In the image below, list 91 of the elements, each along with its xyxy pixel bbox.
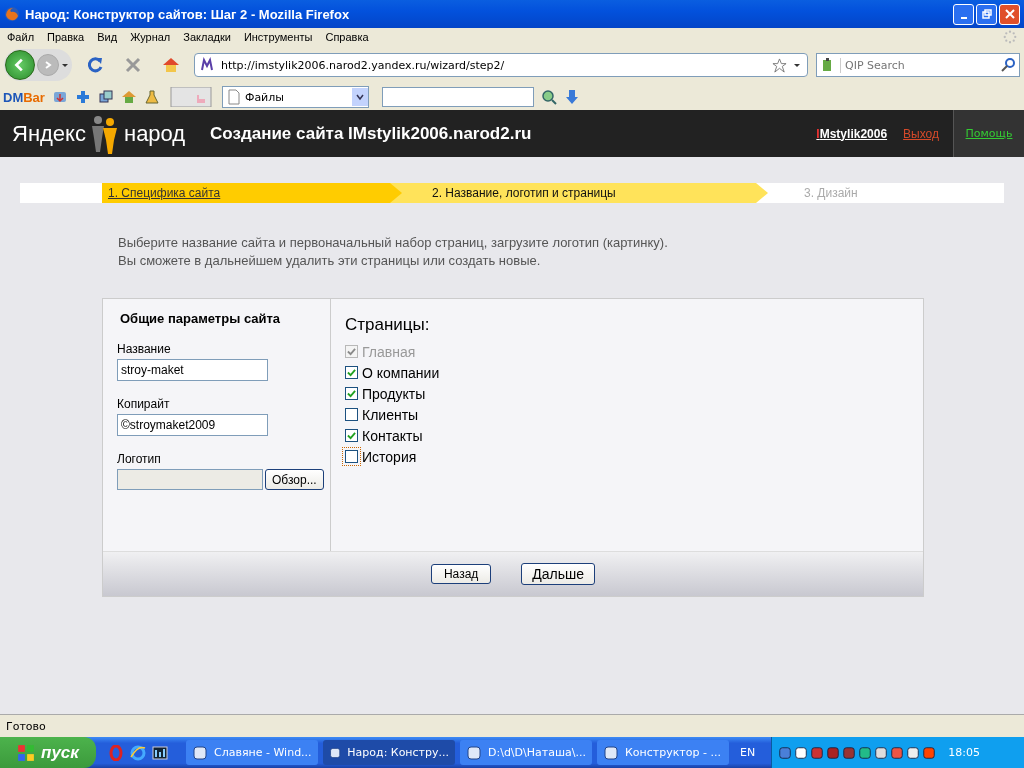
field-label: Название: [117, 342, 172, 356]
site-icon: [199, 57, 215, 73]
search-icon[interactable]: [1000, 57, 1016, 73]
text-field[interactable]: stroy-maket: [117, 359, 268, 381]
windows-logo-icon: [17, 743, 36, 762]
throbber-icon: [1003, 30, 1017, 44]
back-button[interactable]: [5, 50, 35, 80]
checkbox-label: Контакты: [362, 427, 423, 444]
taskbar-button[interactable]: Славяне - Wind...: [186, 740, 318, 765]
page-icon: [225, 89, 242, 105]
user-link[interactable]: IMstylik2006: [816, 126, 888, 141]
status-text: Готово: [6, 719, 46, 733]
caret-icon[interactable]: [793, 61, 801, 69]
field-label: Логотип: [117, 452, 162, 466]
search-box[interactable]: QIP Search: [816, 53, 1020, 77]
checkbox[interactable]: [345, 366, 358, 379]
menu-item[interactable]: Вид: [97, 31, 118, 43]
taskbar-button[interactable]: Народ: Констру...: [323, 740, 455, 765]
window-title: Народ: Конструктор сайтов: Шаг 2 - Mozilla Firefox: [25, 6, 351, 22]
tray-icon[interactable]: [794, 745, 809, 760]
logout-link[interactable]: Выход: [903, 126, 939, 141]
checkbox-label: Клиенты: [362, 406, 419, 423]
toolbar-search-field[interactable]: [381, 87, 534, 107]
wizard-step: 2. Название, логотип и страницы: [390, 183, 768, 203]
home-icon[interactable]: [120, 89, 137, 105]
taskbar-button[interactable]: D:\d\D\Наташа\...: [460, 740, 592, 765]
caret-icon[interactable]: [61, 61, 69, 69]
field-label: Копирайт: [117, 397, 171, 411]
app-icon: [603, 744, 619, 761]
restore-icon: [981, 9, 992, 19]
menu-item[interactable]: Инструменты: [243, 31, 313, 43]
page-title: Создание сайта IMstylik2006.narod2.ru: [210, 123, 533, 144]
folder-dropdown[interactable]: Файлы: [221, 86, 369, 108]
tray-icon[interactable]: [922, 745, 937, 760]
tray-icon[interactable]: [890, 745, 905, 760]
intro-text: Выберите название сайта и первоначальный набор страниц, загрузите логотип (картинку).: [117, 234, 669, 252]
checkbox-label: Продукты: [362, 385, 426, 402]
tray-icon[interactable]: [778, 745, 793, 760]
language-indicator[interactable]: EN: [740, 746, 756, 759]
star-icon[interactable]: [772, 57, 787, 73]
intro-text: Вы сможете в дальнейшем удалить эти страницы или создать новые.: [117, 252, 542, 270]
site-logo[interactable]: Яндекс народ: [12, 113, 202, 154]
tray-icon[interactable]: [810, 745, 825, 760]
app-icon: [192, 744, 208, 761]
checkbox-label: Главная: [362, 343, 416, 360]
file-path-field[interactable]: [117, 469, 263, 490]
windows-icon[interactable]: [97, 89, 114, 105]
download-arrow-icon[interactable]: [563, 89, 580, 105]
checkbox[interactable]: [345, 387, 358, 400]
minimize-button[interactable]: [953, 3, 974, 25]
checkbox-label: О компании: [362, 364, 440, 381]
menu-item[interactable]: Файл: [7, 31, 35, 43]
text-field[interactable]: ©stroymaket2009: [117, 414, 268, 436]
tray-icon[interactable]: [874, 745, 889, 760]
search-icon[interactable]: [540, 89, 557, 105]
browser-icon: [4, 6, 20, 22]
help-link[interactable]: Помощь: [965, 127, 1013, 140]
flask-icon[interactable]: [143, 89, 160, 105]
address-field[interactable]: http://imstylik2006.narod2.yandex.ru/wizard/step2/: [194, 53, 808, 77]
tray-icon[interactable]: [842, 745, 857, 760]
checkbox-label: История: [362, 448, 417, 465]
download-icon[interactable]: [51, 89, 68, 105]
close-icon: [1004, 9, 1015, 19]
home-icon[interactable]: [161, 55, 181, 75]
tray-icon[interactable]: [858, 745, 873, 760]
maximize-button[interactable]: [976, 3, 997, 25]
tray-icon[interactable]: [906, 745, 921, 760]
plus-icon[interactable]: [74, 89, 91, 105]
browse-button[interactable]: Обзор...: [265, 469, 324, 490]
media-icon[interactable]: [152, 744, 168, 761]
checkbox[interactable]: [345, 429, 358, 442]
menu-item[interactable]: Журнал: [130, 31, 171, 43]
wizard-step[interactable]: 1. Специфика сайта: [102, 183, 402, 203]
back-button[interactable]: Назад: [430, 564, 492, 584]
browser-icon[interactable]: [130, 744, 146, 761]
section-heading: Страницы:: [345, 315, 431, 335]
menu-item[interactable]: Справка: [325, 31, 369, 43]
menu-item[interactable]: Правка: [47, 31, 85, 43]
close-button[interactable]: [999, 3, 1020, 25]
stop-icon[interactable]: [123, 55, 143, 75]
reload-icon[interactable]: [85, 55, 105, 75]
clock: 18:05: [948, 746, 980, 759]
tray-icon[interactable]: [826, 745, 841, 760]
taskbar-button[interactable]: Конструктор - ...: [597, 740, 729, 765]
section-heading: Общие параметры сайта: [120, 311, 282, 326]
menu-item[interactable]: Закладки: [183, 31, 231, 43]
minimize-icon: [960, 17, 967, 19]
app-icon: [466, 744, 482, 761]
next-button[interactable]: Дальше: [521, 563, 596, 585]
checkbox[interactable]: [345, 408, 358, 421]
toolbar-logo: DMBar: [3, 89, 45, 105]
